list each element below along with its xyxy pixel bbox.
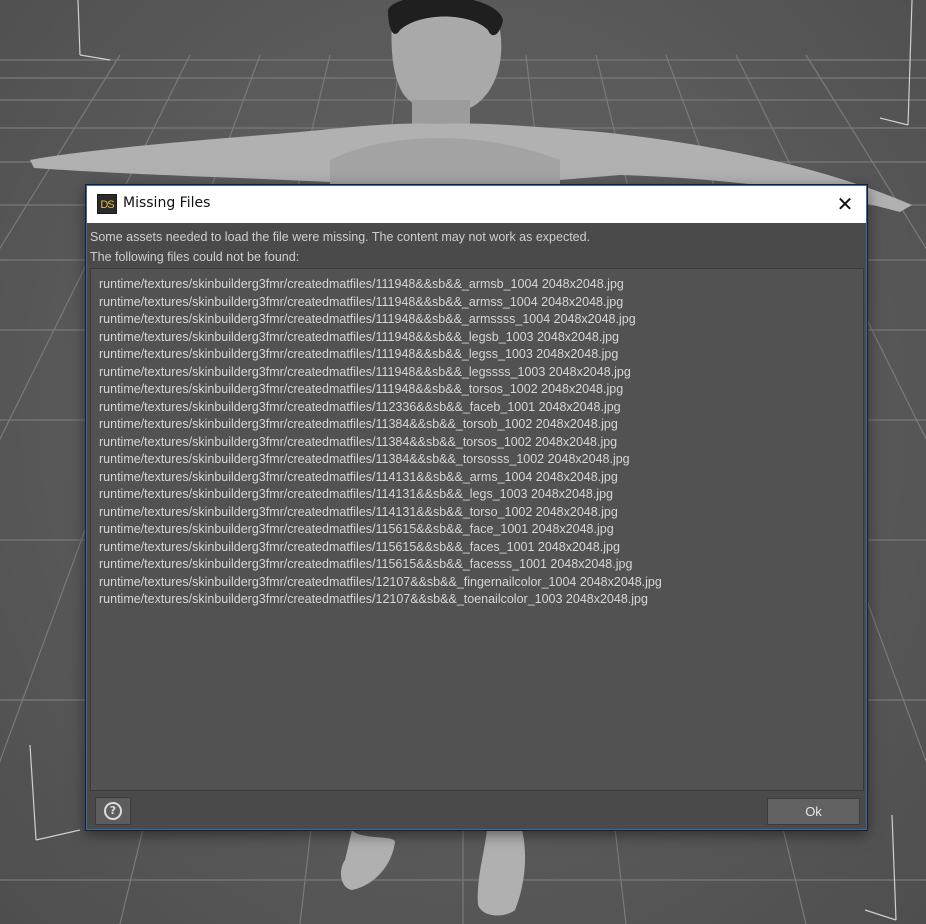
file-list-item[interactable]: runtime/textures/skinbuilderg3fmr/create… (99, 346, 863, 364)
missing-files-list[interactable]: runtime/textures/skinbuilderg3fmr/create… (90, 268, 864, 791)
file-list-item[interactable]: runtime/textures/skinbuilderg3fmr/create… (99, 399, 863, 417)
close-button[interactable]: ✕ (830, 190, 860, 220)
file-list-item[interactable]: runtime/textures/skinbuilderg3fmr/create… (99, 521, 863, 539)
dialog-title: Missing Files (123, 195, 211, 211)
dialog-titlebar[interactable]: DS Missing Files ✕ (87, 186, 866, 223)
dialog-message: Some assets needed to load the file were… (90, 227, 590, 267)
file-list-item[interactable]: runtime/textures/skinbuilderg3fmr/create… (99, 486, 863, 504)
help-button[interactable]: ? (95, 797, 131, 825)
file-list-item[interactable]: runtime/textures/skinbuilderg3fmr/create… (99, 469, 863, 487)
file-list-item[interactable]: runtime/textures/skinbuilderg3fmr/create… (99, 364, 863, 382)
file-list-item[interactable]: runtime/textures/skinbuilderg3fmr/create… (99, 294, 863, 312)
daz-studio-logo-icon: DS (97, 194, 117, 214)
file-list-item[interactable]: runtime/textures/skinbuilderg3fmr/create… (99, 504, 863, 522)
message-line-2: The following files could not be found: (90, 250, 300, 264)
help-icon: ? (104, 802, 122, 820)
file-list-item[interactable]: runtime/textures/skinbuilderg3fmr/create… (99, 311, 863, 329)
file-list-item[interactable]: runtime/textures/skinbuilderg3fmr/create… (99, 329, 863, 347)
ok-button[interactable]: Ok (767, 798, 860, 825)
message-line-1: Some assets needed to load the file were… (90, 230, 591, 244)
file-list-item[interactable]: runtime/textures/skinbuilderg3fmr/create… (99, 381, 863, 399)
file-list-item[interactable]: runtime/textures/skinbuilderg3fmr/create… (99, 574, 863, 592)
file-list-item[interactable]: runtime/textures/skinbuilderg3fmr/create… (99, 276, 863, 294)
close-icon: ✕ (836, 192, 854, 216)
file-list-item[interactable]: runtime/textures/skinbuilderg3fmr/create… (99, 416, 863, 434)
missing-files-dialog: DS Missing Files ✕ Some assets needed to… (86, 185, 867, 830)
file-list-item[interactable]: runtime/textures/skinbuilderg3fmr/create… (99, 451, 863, 469)
file-list-item[interactable]: runtime/textures/skinbuilderg3fmr/create… (99, 556, 863, 574)
file-list-item[interactable]: runtime/textures/skinbuilderg3fmr/create… (99, 434, 863, 452)
file-list-item[interactable]: runtime/textures/skinbuilderg3fmr/create… (99, 539, 863, 557)
file-list-item[interactable]: runtime/textures/skinbuilderg3fmr/create… (99, 591, 863, 609)
dialog-button-bar: ? Ok (90, 794, 864, 827)
